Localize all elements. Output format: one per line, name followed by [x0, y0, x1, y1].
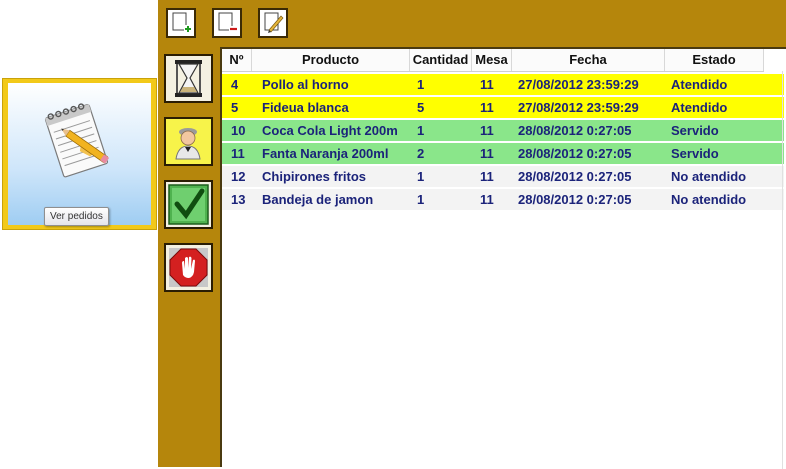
cell-mesa: 11: [480, 77, 494, 92]
cell-n: 10: [231, 123, 246, 138]
launcher-background: [8, 83, 151, 225]
column-header-cantidad[interactable]: Cantidad: [410, 49, 472, 71]
cell-cantidad: 1: [417, 169, 425, 184]
cell-estado: Atendido: [671, 77, 728, 92]
cell-cantidad: 5: [417, 100, 425, 115]
orders-table: Nº Producto Cantidad Mesa Fecha Estado 4…: [220, 47, 786, 469]
cell-producto: Fideua blanca: [262, 100, 349, 115]
stop-hand-icon: [169, 248, 208, 287]
cell-fecha: 28/08/2012 0:27:05: [518, 169, 632, 184]
waiter-icon: [175, 128, 201, 160]
cell-fecha: 28/08/2012 0:27:05: [518, 146, 632, 161]
cell-producto: Pollo al horno: [262, 77, 349, 92]
table-row[interactable]: 5 Fideua blanca 5 11 27/08/2012 23:59:29…: [222, 97, 784, 120]
cell-cantidad: 1: [417, 192, 425, 207]
table-row[interactable]: 13 Bandeja de jamon 1 11 28/08/2012 0:27…: [222, 189, 784, 212]
column-header-mesa[interactable]: Mesa: [472, 49, 512, 71]
cell-producto: Chipirones fritos: [262, 169, 367, 184]
cell-n: 4: [231, 77, 239, 92]
cell-mesa: 11: [480, 169, 494, 184]
cell-estado: No atendido: [671, 192, 747, 207]
cell-cantidad: 2: [417, 146, 425, 161]
add-order-button[interactable]: [166, 8, 196, 38]
cell-producto: Fanta Naranja 200ml: [262, 146, 389, 161]
notepad-pencil-icon: [44, 103, 110, 178]
table-row[interactable]: 10 Coca Cola Light 200m 1 11 28/08/2012 …: [222, 120, 784, 143]
cell-fecha: 27/08/2012 23:59:29: [518, 77, 639, 92]
table-row[interactable]: 12 Chipirones fritos 1 11 28/08/2012 0:2…: [222, 166, 784, 189]
waiter-filter-button[interactable]: [164, 117, 213, 166]
cell-cantidad: 1: [417, 77, 425, 92]
table-right-divider: [782, 71, 783, 469]
remove-order-button[interactable]: [212, 8, 242, 38]
cell-fecha: 28/08/2012 0:27:05: [518, 123, 632, 138]
cell-producto: Coca Cola Light 200m: [262, 123, 398, 138]
column-header-n[interactable]: Nº: [222, 49, 252, 71]
column-header-estado[interactable]: Estado: [665, 49, 764, 71]
cell-mesa: 11: [480, 146, 494, 161]
cell-mesa: 11: [480, 192, 494, 207]
hourglass-icon: [175, 60, 202, 97]
pending-filter-button[interactable]: [164, 54, 213, 103]
table-header: Nº Producto Cantidad Mesa Fecha Estado: [222, 49, 764, 72]
cell-producto: Bandeja de jamon: [262, 192, 374, 207]
cell-mesa: 11: [480, 123, 494, 138]
cell-estado: No atendido: [671, 169, 747, 184]
cell-mesa: 11: [480, 100, 494, 115]
cell-fecha: 28/08/2012 0:27:05: [518, 192, 632, 207]
cell-fecha: 27/08/2012 23:59:29: [518, 100, 639, 115]
cell-estado: Servido: [671, 123, 719, 138]
table-row[interactable]: 4 Pollo al horno 1 11 27/08/2012 23:59:2…: [222, 74, 784, 97]
cell-n: 12: [231, 169, 246, 184]
cell-estado: Atendido: [671, 100, 728, 115]
new-document-plus-icon: [172, 12, 192, 33]
column-header-producto[interactable]: Producto: [252, 49, 410, 71]
cell-cantidad: 1: [417, 123, 425, 138]
delete-document-minus-icon: [218, 12, 238, 32]
edit-order-button[interactable]: [258, 8, 288, 38]
launcher-tooltip: Ver pedidos: [44, 207, 109, 226]
cell-n: 11: [231, 146, 245, 161]
served-filter-button[interactable]: [164, 180, 213, 229]
edit-document-pencil-icon: [264, 12, 284, 33]
cell-n: 5: [231, 100, 239, 115]
checkmark-icon: [168, 184, 209, 225]
orders-window: Nº Producto Cantidad Mesa Fecha Estado 4…: [158, 0, 786, 469]
cancel-filter-button[interactable]: [164, 243, 213, 292]
table-row[interactable]: 11 Fanta Naranja 200ml 2 11 28/08/2012 0…: [222, 143, 784, 166]
cell-n: 13: [231, 192, 246, 207]
cell-estado: Servido: [671, 146, 719, 161]
column-header-fecha[interactable]: Fecha: [512, 49, 665, 71]
